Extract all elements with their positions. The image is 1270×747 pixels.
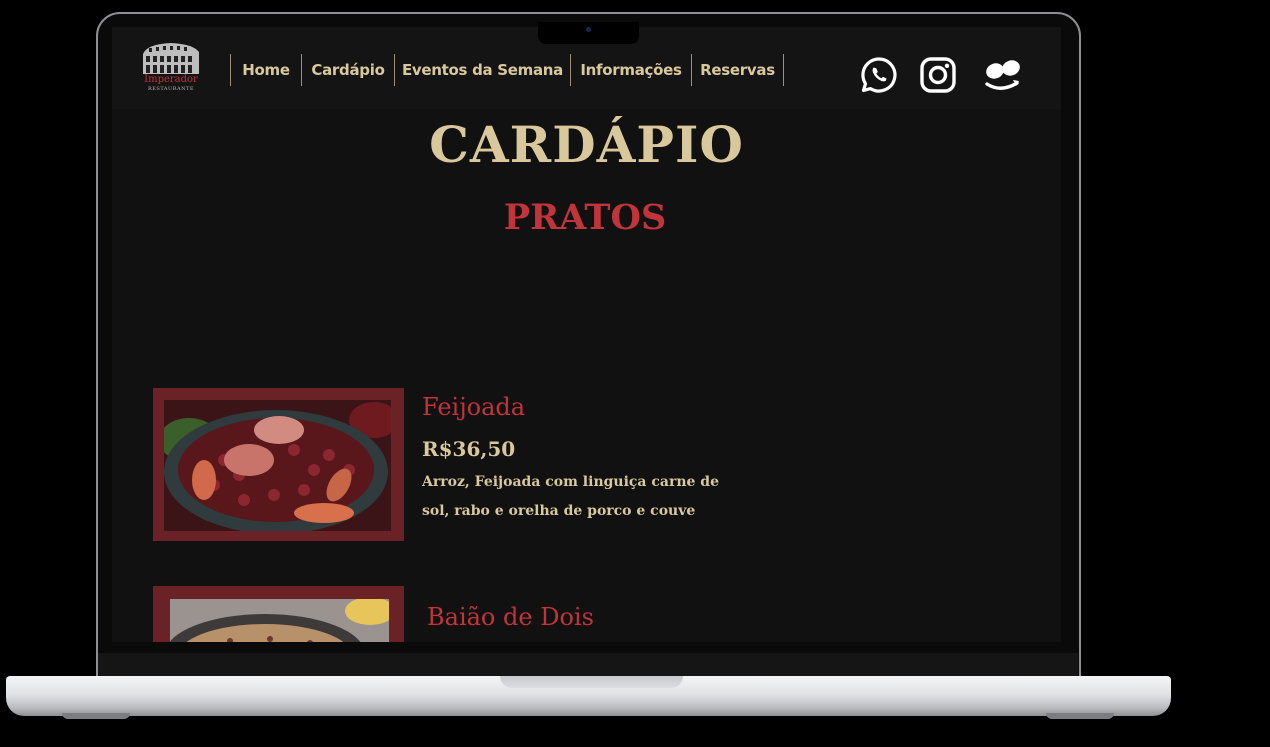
nav-eventos[interactable]: Eventos da Semana	[394, 54, 570, 86]
dish-name: Feijoada	[422, 393, 526, 421]
dish-description-line: Arroz, Feijoada com linguiça carne de	[422, 474, 720, 490]
feijoada-image[interactable]	[164, 400, 391, 531]
laptop-foot	[62, 713, 130, 719]
instagram-icon[interactable]	[919, 56, 957, 98]
dish-description: Arroz, Feijoada com linguiça carne de so…	[422, 468, 732, 526]
dish-price: R$36,50	[422, 437, 516, 461]
nav-reservas[interactable]: Reservas	[691, 54, 783, 86]
ifood-icon[interactable]	[983, 57, 1023, 97]
trackpad-notch	[500, 676, 683, 688]
laptop-chin	[98, 653, 1078, 677]
laptop-base	[6, 676, 1171, 716]
camera-icon	[586, 27, 591, 32]
laptop-foot	[1046, 713, 1114, 719]
nav-home[interactable]: Home	[230, 54, 301, 86]
nav-divider	[783, 54, 784, 86]
dish-name: Baião de Dois	[427, 603, 594, 631]
nav-cardapio[interactable]: Cardápio	[301, 54, 394, 86]
logo-subtitle: RESTAURANTE	[148, 86, 194, 92]
nav-informacoes[interactable]: Informações	[570, 54, 691, 86]
dish-description-line: sol, rabo e orelha de porco e couve	[422, 503, 696, 519]
camera-notch	[538, 22, 639, 44]
baiao-image[interactable]	[170, 599, 389, 642]
logo[interactable]: Imperador RESTAURANTE	[141, 42, 201, 94]
colosseum-icon	[143, 43, 199, 74]
logo-name: Imperador	[144, 74, 198, 85]
page-title: CARDÁPIO	[429, 115, 744, 174]
section-title: PRATOS	[503, 197, 667, 238]
browser-screen: Imperador RESTAURANTE Home Cardápio Even…	[112, 27, 1061, 642]
whatsapp-icon[interactable]	[860, 56, 898, 98]
